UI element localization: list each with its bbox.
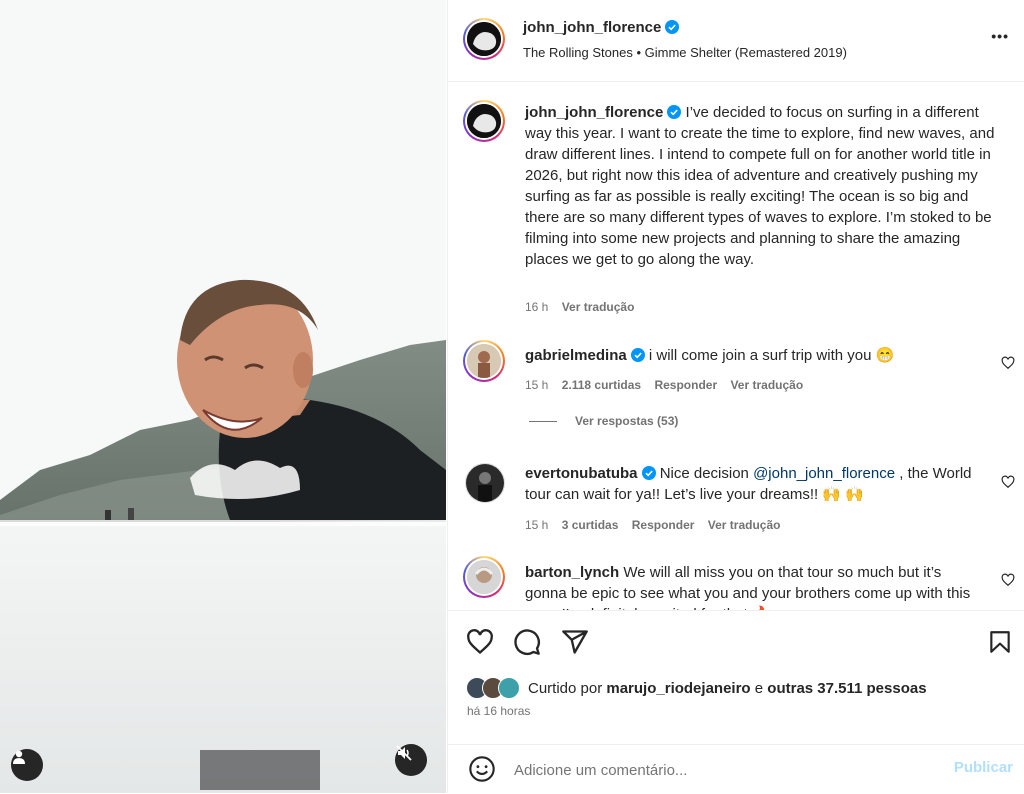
caption-time[interactable]: 16 h: [525, 300, 548, 314]
liker-avatar: [498, 677, 520, 699]
author-username[interactable]: john_john_florence: [523, 19, 661, 36]
comment-like-heart-icon[interactable]: [1001, 573, 1015, 587]
likes-user[interactable]: marujo_riodejaneiro: [606, 680, 750, 697]
view-replies-label[interactable]: Ver respostas (53): [575, 414, 678, 428]
likes-and: e: [754, 679, 764, 697]
caption-translate-link[interactable]: Ver tradução: [562, 300, 635, 314]
bookmark-icon[interactable]: [987, 628, 1013, 656]
comment-text-start: Nice decision: [659, 465, 749, 482]
caption: john_john_florence I’ve decided to focus…: [525, 102, 1005, 270]
verified-badge-icon: [665, 20, 680, 34]
avatar-image: [467, 344, 501, 378]
publish-button[interactable]: Publicar: [954, 759, 1013, 776]
post-media[interactable]: [0, 0, 446, 793]
likes-others[interactable]: outras 37.511 pessoas: [767, 680, 926, 697]
post-time[interactable]: há 16 horas: [467, 704, 530, 718]
comment-like-heart-icon[interactable]: [1001, 475, 1015, 489]
comment-input[interactable]: [512, 755, 936, 785]
post-header: john_john_florence The Rolling Stones • …: [448, 0, 1024, 82]
likes-prefix: Curtido por: [528, 679, 603, 697]
avatar-image: [467, 22, 501, 56]
comment-likes[interactable]: 3 curtidas: [562, 518, 619, 532]
comment-mention-link[interactable]: @john_john_florence: [753, 465, 895, 482]
comment-username[interactable]: evertonubatuba: [525, 465, 638, 482]
comment-username[interactable]: gabrielmedina: [525, 347, 627, 364]
comments-list[interactable]: john_john_florence I’ve decided to focus…: [448, 82, 1024, 610]
verified-badge-icon: [641, 466, 656, 480]
caption-username[interactable]: john_john_florence: [525, 104, 663, 121]
reply-button[interactable]: Responder: [654, 378, 717, 392]
liker-avatars[interactable]: [466, 677, 522, 699]
comment-avatar[interactable]: [465, 463, 505, 503]
verified-badge-icon: [630, 348, 645, 362]
comment-meta: 15 h 3 curtidas Responder Ver tradução: [525, 518, 790, 532]
comment-meta: 15 h 2.118 curtidas Responder Ver traduç…: [525, 378, 813, 392]
heart-icon[interactable]: [466, 628, 494, 656]
author-avatar[interactable]: [463, 18, 505, 60]
avatar-image: [466, 464, 504, 502]
translate-link[interactable]: Ver tradução: [730, 378, 803, 392]
comment-likes[interactable]: 2.118 curtidas: [562, 378, 641, 392]
mute-button[interactable]: [395, 744, 427, 776]
caption-text: I’ve decided to focus on surfing in a di…: [525, 104, 995, 268]
comment-time[interactable]: 15 h: [525, 378, 548, 392]
comment-input-bar: Publicar: [448, 744, 1024, 794]
mute-icon: [396, 745, 412, 761]
music-info[interactable]: The Rolling Stones • Gimme Shelter (Rema…: [523, 45, 847, 60]
more-options-button[interactable]: •••: [991, 28, 1009, 44]
likes-row: Curtido por marujo_riodejaneiro e outras…: [466, 677, 927, 699]
verified-badge-icon: [667, 105, 682, 119]
translate-link[interactable]: Ver tradução: [708, 518, 781, 532]
reply-button[interactable]: Responder: [632, 518, 695, 532]
comment-username[interactable]: barton_lynch: [525, 564, 619, 581]
user-icon: [13, 750, 25, 764]
post-details-panel: john_john_florence The Rolling Stones • …: [447, 0, 1024, 793]
user-tags-button[interactable]: [11, 749, 43, 781]
comment-like-heart-icon[interactable]: [1001, 356, 1015, 370]
surfer-photo: [0, 0, 446, 793]
avatar-image: [467, 104, 501, 138]
avatar-image: [467, 560, 501, 594]
caption-avatar[interactable]: [463, 100, 505, 142]
comment-avatar[interactable]: [463, 556, 505, 598]
comment-avatar[interactable]: [463, 340, 505, 382]
comment-time[interactable]: 15 h: [525, 518, 548, 532]
comment-icon[interactable]: [513, 628, 541, 656]
view-replies[interactable]: Ver respostas (53): [529, 414, 678, 428]
comment-text: i will come join a surf trip with you 😁: [648, 347, 895, 364]
replies-divider: [529, 420, 557, 422]
caption-meta: 16 h Ver tradução: [525, 300, 644, 314]
emoji-icon[interactable]: [468, 755, 496, 783]
share-icon[interactable]: [561, 628, 589, 656]
